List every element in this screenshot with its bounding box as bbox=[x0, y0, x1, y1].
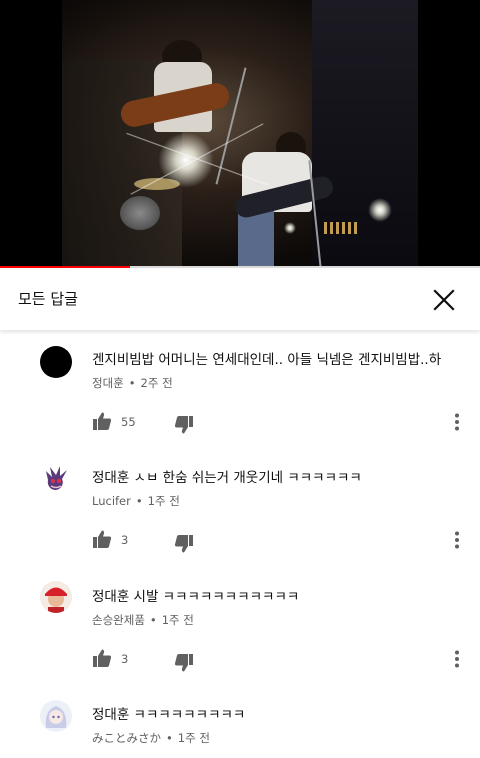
comment-time: 1주 전 bbox=[147, 494, 180, 508]
video-player[interactable] bbox=[0, 0, 480, 268]
like-count: 3 bbox=[121, 652, 129, 666]
comment-meta: みことみさか • 1주 전 bbox=[92, 731, 210, 745]
purple-creature-avatar-icon bbox=[46, 466, 67, 490]
avatar[interactable] bbox=[40, 463, 72, 495]
stage-light bbox=[368, 198, 392, 222]
more-options-button[interactable] bbox=[450, 530, 464, 550]
musician-jeans bbox=[238, 210, 274, 268]
comment-item: 정대훈 시발 ㅋㅋㅋㅋㅋㅋㅋㅋㅋㅋㅋ 손승완제품 • 1주 전 3 bbox=[0, 576, 480, 694]
more-vert-icon bbox=[455, 413, 459, 431]
more-options-button[interactable] bbox=[450, 412, 464, 432]
comment-item: 겐지비빔밥 어머니는 연세대인데.. 아들 닉넴은 겐지비빔밥..하 정대훈 • 2… bbox=[0, 338, 480, 456]
comment-meta: 손승완제품 • 1주 전 bbox=[92, 613, 194, 627]
more-options-button[interactable] bbox=[450, 649, 464, 669]
panel-title: 모든 답글 bbox=[18, 290, 78, 308]
like-count: 55 bbox=[121, 415, 136, 429]
comment-time: 1주 전 bbox=[177, 731, 210, 745]
comment-meta: 정대훈 • 2주 전 bbox=[92, 376, 173, 390]
avatar[interactable] bbox=[40, 581, 72, 613]
close-button[interactable] bbox=[428, 284, 460, 316]
stage-lights-row bbox=[324, 222, 360, 234]
comment-text: 정대훈 ㅋㅋㅋㅋㅋㅋㅋㅋㅋ bbox=[92, 707, 246, 723]
video-progress-bar[interactable] bbox=[0, 266, 480, 268]
thumbs-down-icon bbox=[174, 416, 193, 434]
like-button[interactable] bbox=[92, 648, 112, 668]
like-button[interactable] bbox=[92, 529, 112, 549]
comment-author[interactable]: Lucifer bbox=[92, 494, 131, 508]
more-vert-icon bbox=[455, 650, 459, 668]
avatar[interactable] bbox=[40, 700, 72, 732]
comment-author[interactable]: みことみさか bbox=[92, 731, 161, 745]
thumbs-down-icon bbox=[174, 654, 193, 672]
thumbs-up-icon bbox=[93, 649, 112, 667]
comment-text: 정대훈 ㅅㅂ 한숨 쉬는거 개웃기네 ㅋㅋㅋㅋㅋㅋ bbox=[92, 470, 362, 486]
video-frame bbox=[62, 0, 418, 268]
avatar[interactable] bbox=[40, 346, 72, 378]
comment-meta: Lucifer • 1주 전 bbox=[92, 494, 180, 508]
comment-text: 겐지비빔밥 어머니는 연세대인데.. 아들 닉넴은 겐지비빔밥..하 bbox=[92, 352, 442, 368]
comment-item: 정대훈 ㅅㅂ 한숨 쉬는거 개웃기네 ㅋㅋㅋㅋㅋㅋ Lucifer • 1주 전 3 bbox=[0, 457, 480, 575]
thumbs-up-icon bbox=[93, 412, 112, 430]
thumbs-down-icon bbox=[174, 535, 193, 553]
replies-panel-header: 모든 답글 bbox=[0, 270, 480, 330]
dislike-button[interactable] bbox=[174, 653, 194, 673]
thumbs-up-icon bbox=[93, 530, 112, 548]
video-progress-fill bbox=[0, 266, 130, 268]
comment-time: 2주 전 bbox=[140, 376, 173, 390]
dislike-button[interactable] bbox=[174, 415, 194, 435]
like-count: 3 bbox=[121, 533, 129, 547]
stage-light bbox=[284, 222, 296, 234]
comment-time: 1주 전 bbox=[161, 613, 194, 627]
comment-text: 정대훈 시발 ㅋㅋㅋㅋㅋㅋㅋㅋㅋㅋㅋ bbox=[92, 589, 300, 605]
comment-author[interactable]: 손승완제품 bbox=[92, 613, 145, 627]
red-hat-person-avatar-icon bbox=[40, 581, 72, 613]
dislike-button[interactable] bbox=[174, 534, 194, 554]
comment-author[interactable]: 정대훈 bbox=[92, 376, 124, 390]
like-button[interactable] bbox=[92, 411, 112, 431]
more-vert-icon bbox=[455, 531, 459, 549]
close-icon bbox=[433, 289, 455, 311]
stage-light bbox=[158, 132, 214, 188]
anime-girl-avatar-icon bbox=[40, 700, 72, 732]
drum-kit bbox=[120, 196, 160, 230]
comment-item: 정대훈 ㅋㅋㅋㅋㅋㅋㅋㅋㅋ みことみさか • 1주 전 bbox=[0, 695, 480, 758]
